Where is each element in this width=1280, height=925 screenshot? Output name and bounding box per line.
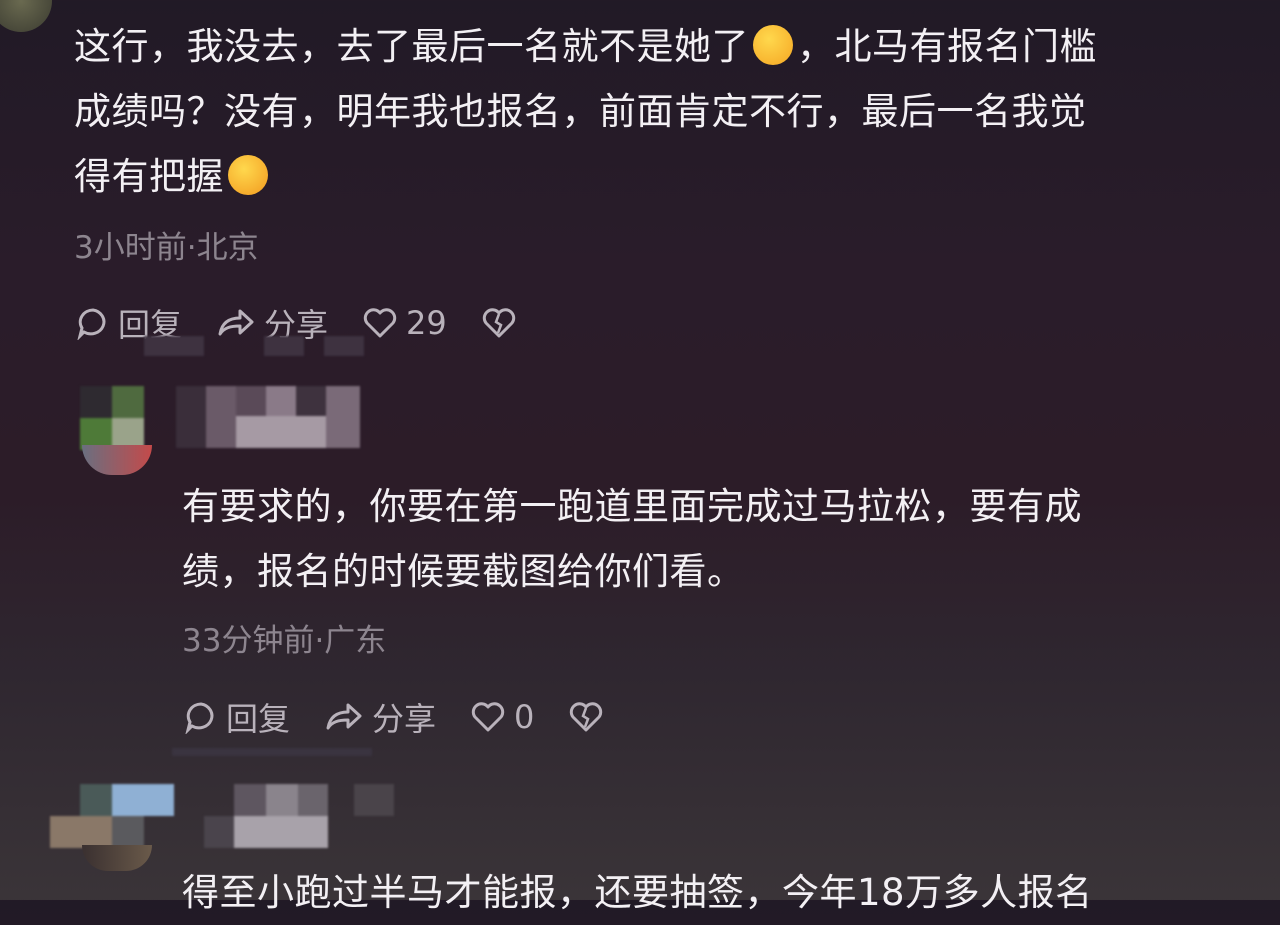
pixelated-strip <box>172 748 372 756</box>
pixelated-strip <box>144 336 364 356</box>
share-arrow-icon <box>218 309 254 336</box>
like-count: 29 <box>406 304 447 342</box>
heart-icon <box>363 308 397 338</box>
avatar[interactable] <box>82 445 152 475</box>
comment-text-line: 有要求的，你要在第一跑道里面完成过马拉松，要有成 <box>182 485 1082 528</box>
dislike-button[interactable] <box>481 306 525 340</box>
comment-3-text: 得至小跑过半马才能报，还要抽签，今年18万多人报名 <box>182 860 1272 925</box>
dislike-button[interactable] <box>568 700 612 734</box>
share-label: 分享 <box>372 700 437 738</box>
comment-text-line: 绩，报名的时候要截图给你们看。 <box>182 550 745 593</box>
like-count: 0 <box>514 698 535 736</box>
heart-eyes-emoji-icon <box>228 155 268 195</box>
broken-heart-icon <box>482 308 515 338</box>
comment-text-line: 得有把握 <box>74 155 224 198</box>
rolling-laughing-emoji-icon <box>753 25 793 65</box>
like-button[interactable]: 29 <box>362 304 447 342</box>
reply-button[interactable]: 回复 <box>184 694 290 740</box>
comment-bubble-icon <box>77 308 106 340</box>
comment-text-line: ，北马有报名门槛 <box>797 25 1097 68</box>
pixelated-avatar <box>50 784 174 848</box>
comment-bubble-icon <box>185 702 214 734</box>
comment-2-meta: 33分钟前·广东 <box>182 623 387 659</box>
comment-text-line: 成绩吗？没有，明年我也报名，前面肯定不行，最后一名我觉 <box>74 90 1087 133</box>
avatar[interactable] <box>82 845 152 871</box>
broken-heart-icon <box>570 702 603 732</box>
share-arrow-icon <box>326 703 362 730</box>
reply-label: 回复 <box>226 700 291 738</box>
comment-1-meta: 3小时前·北京 <box>74 230 259 266</box>
pixelated-username <box>176 386 360 448</box>
heart-icon <box>471 702 505 732</box>
pixelated-username <box>204 784 394 848</box>
comment-text-line: 得至小跑过半马才能报，还要抽签，今年18万多人报名 <box>182 871 1093 914</box>
comment-text-line: 这行，我没去，去了最后一名就不是她了 <box>74 25 749 68</box>
pixelated-avatar <box>80 386 144 450</box>
comment-1-text: 这行，我没去，去了最后一名就不是她了 ，北马有报名门槛 成绩吗？没有，明年我也报名… <box>74 14 1274 209</box>
avatar-top[interactable] <box>0 0 52 32</box>
comment-2-actions: 回复 分享 0 <box>184 694 646 740</box>
share-button[interactable]: 分享 <box>324 694 436 740</box>
comment-2-text: 有要求的，你要在第一跑道里面完成过马拉松，要有成 绩，报名的时候要截图给你们看。 <box>182 474 1272 604</box>
like-button[interactable]: 0 <box>470 698 534 736</box>
